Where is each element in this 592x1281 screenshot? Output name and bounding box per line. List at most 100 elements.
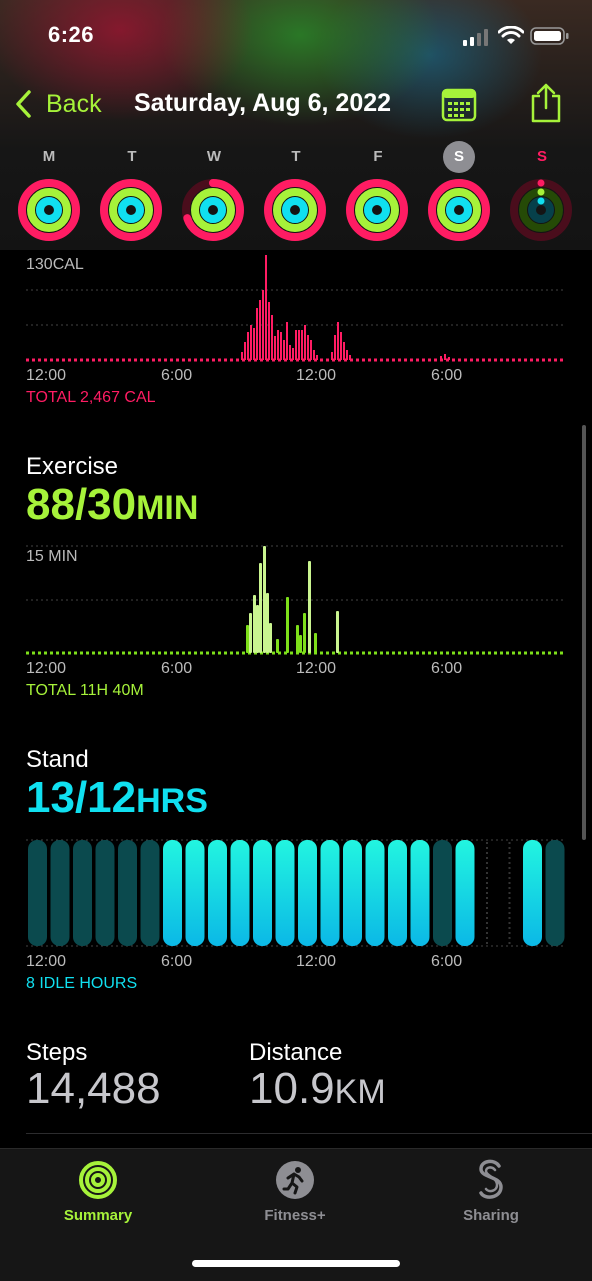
stand-hour-bar	[365, 840, 385, 946]
stand-hour-bar	[455, 840, 475, 946]
battery-icon	[530, 27, 569, 45]
exercise-x-label: 12:00	[26, 660, 67, 677]
steps-title: Steps	[26, 1039, 88, 1066]
exercise-value-number: 88/30	[26, 480, 137, 529]
stand-hour-bar	[388, 840, 407, 946]
stand-hour-bar	[298, 840, 317, 946]
move-chart	[26, 255, 564, 362]
stand-hour-bar	[73, 840, 92, 946]
wifi-icon	[498, 26, 524, 44]
tab-label: Summary	[63, 1207, 133, 1224]
stand-hour-bar	[28, 840, 47, 946]
stand-hour-bar	[208, 840, 227, 946]
exercise-bar	[266, 593, 269, 653]
tab-label: Fitness+	[264, 1207, 326, 1224]
stand-hour-bar	[50, 840, 70, 946]
stand-hour-bar	[320, 840, 340, 946]
move-bar	[286, 322, 288, 360]
move-bar	[244, 342, 246, 360]
move-bar	[253, 328, 255, 360]
stand-unit: HRS	[136, 782, 208, 820]
home-indicator	[192, 1260, 400, 1267]
stand-hour-bar	[410, 840, 430, 946]
distance-value-number: 10.9	[249, 1064, 335, 1113]
page-title: Saturday, Aug 6, 2022	[134, 89, 392, 117]
move-bar	[259, 300, 261, 360]
stand-hour-bar	[253, 840, 272, 946]
exercise-x-label: 6:00	[431, 660, 463, 677]
move-bar	[310, 340, 312, 360]
exercise-bar	[314, 633, 317, 653]
stand-hour-bar	[275, 840, 295, 946]
stand-chart	[26, 839, 565, 947]
move-x-label: 12:00	[296, 367, 337, 384]
exercise-x-label: 12:00	[296, 660, 337, 677]
move-bar	[295, 330, 297, 360]
weekday-label-today: S	[536, 148, 547, 165]
move-bar	[316, 355, 318, 360]
exercise-total: TOTAL 11H 40M	[26, 682, 144, 699]
move-bar	[298, 330, 300, 360]
stand-x-label: 12:00	[296, 953, 337, 970]
move-bar	[265, 255, 267, 360]
stand-hour-bar	[545, 840, 565, 946]
exercise-chart	[26, 545, 564, 655]
back-button[interactable]: Back	[14, 88, 102, 120]
day-activity-rings[interactable]	[510, 179, 572, 241]
move-bar	[301, 330, 303, 360]
move-x-label: 6:00	[161, 367, 193, 384]
share-icon[interactable]	[528, 82, 564, 124]
sharing-icon	[479, 1159, 503, 1199]
stand-x-label: 12:00	[26, 953, 67, 970]
move-bar	[241, 352, 243, 360]
stand-hour-bar	[433, 840, 452, 946]
weekday-label: T	[127, 148, 137, 165]
cellular-signal-icon	[463, 29, 488, 46]
stand-x-label: 6:00	[431, 953, 463, 970]
stand-hour-bar	[118, 840, 137, 946]
move-bar	[334, 335, 336, 360]
day-activity-rings[interactable]	[18, 179, 80, 241]
stand-title: Stand	[26, 746, 89, 773]
status-time: 6:26	[48, 22, 95, 47]
move-bar	[250, 325, 252, 360]
weekday-label: F	[373, 148, 383, 165]
move-bar	[292, 348, 294, 360]
day-activity-rings[interactable]	[428, 179, 490, 241]
exercise-bar	[308, 561, 311, 653]
stand-hour-bar	[343, 840, 362, 946]
move-bar	[340, 332, 342, 360]
calendar-icon[interactable]	[441, 86, 477, 122]
distance-unit: KM	[334, 1073, 386, 1111]
move-bar	[274, 336, 276, 360]
move-bar	[268, 302, 270, 360]
move-bar	[283, 340, 285, 360]
day-activity-rings[interactable]	[182, 179, 244, 241]
move-bar	[280, 332, 282, 360]
day-activity-rings[interactable]	[264, 179, 326, 241]
move-total: TOTAL 2,467 CAL	[26, 389, 156, 406]
day-activity-rings[interactable]	[100, 179, 162, 241]
exercise-bar	[286, 597, 289, 653]
tab-label: Sharing	[463, 1207, 519, 1224]
day-activity-rings[interactable]	[346, 179, 408, 241]
exercise-bar	[246, 625, 249, 653]
stand-value: 13/12HRS	[26, 773, 208, 823]
scrollbar[interactable]	[582, 425, 586, 840]
move-bar	[262, 290, 264, 360]
back-label: Back	[46, 89, 102, 118]
exercise-bar	[269, 623, 272, 653]
move-x-label: 6:00	[431, 367, 463, 384]
stand-hour-bar	[523, 840, 542, 946]
stand-value-number: 13/12	[26, 773, 137, 822]
exercise-title: Exercise	[26, 453, 119, 480]
distance-title: Distance	[249, 1039, 343, 1066]
move-bar	[304, 325, 306, 360]
exercise-bar	[256, 605, 259, 653]
exercise-bar	[253, 595, 256, 653]
exercise-bar	[336, 611, 339, 653]
move-bar	[247, 332, 249, 360]
exercise-bar	[296, 625, 299, 653]
distance-value: 10.9KM	[249, 1064, 386, 1114]
move-bar	[256, 308, 258, 360]
